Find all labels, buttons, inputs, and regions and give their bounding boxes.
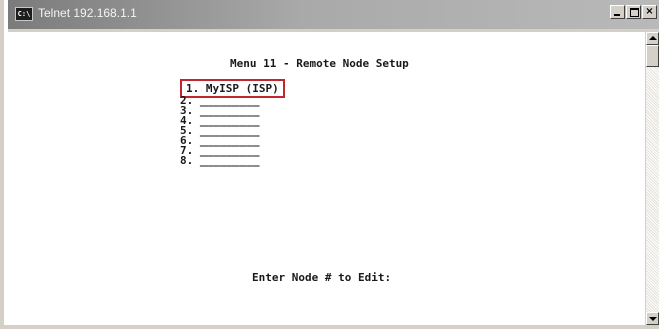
- minimize-icon: [614, 14, 620, 16]
- edit-prompt[interactable]: Enter Node # to Edit:: [252, 272, 391, 283]
- vertical-scrollbar[interactable]: [645, 32, 659, 325]
- window-controls: ×: [610, 5, 657, 19]
- scroll-up-arrow-icon[interactable]: [646, 32, 659, 45]
- minimize-button[interactable]: [610, 5, 625, 19]
- scroll-thumb[interactable]: [646, 45, 659, 67]
- scroll-down-arrow-icon[interactable]: [646, 312, 659, 325]
- close-button[interactable]: ×: [642, 5, 657, 19]
- telnet-window: C:\ Telnet 192.168.1.1 × Menu 11 - Remot…: [0, 0, 659, 329]
- maximize-button[interactable]: [626, 5, 641, 19]
- menu-heading: Menu 11 - Remote Node Setup: [230, 57, 409, 70]
- maximize-icon: [630, 8, 639, 17]
- close-icon: ×: [645, 6, 654, 17]
- window-title: Telnet 192.168.1.1: [38, 6, 137, 20]
- terminal-screen[interactable]: Menu 11 - Remote Node Setup 1. MyISP (IS…: [8, 32, 645, 325]
- title-bar[interactable]: C:\ Telnet 192.168.1.1 ×: [8, 0, 659, 32]
- node-entry-8[interactable]: 8. _________: [180, 155, 259, 166]
- console-icon: C:\: [15, 7, 33, 21]
